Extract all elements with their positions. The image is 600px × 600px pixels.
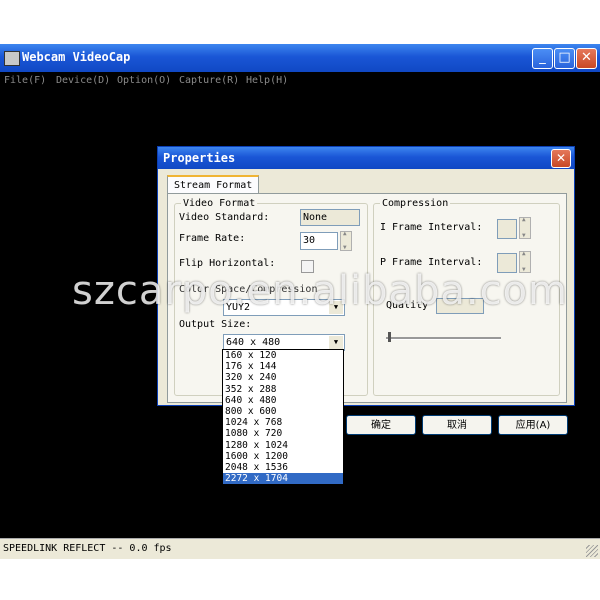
webcam-icon <box>4 51 20 66</box>
ok-button[interactable]: 确定 <box>346 415 416 435</box>
list-item[interactable]: 1080 x 720 <box>223 428 343 439</box>
menu-file[interactable]: File(F) <box>4 75 46 86</box>
quality-slider-thumb[interactable] <box>388 332 391 342</box>
list-item[interactable]: 1280 x 1024 <box>223 440 343 451</box>
close-button[interactable]: ✕ <box>576 48 597 69</box>
color-space-value: YUY2 <box>226 302 251 313</box>
status-text: SPEEDLINK REFLECT -- 0.0 fps <box>3 543 172 554</box>
color-space-select[interactable]: YUY2 ▼ <box>223 299 345 316</box>
output-size-value: 640 x 480 <box>226 337 281 348</box>
list-item[interactable]: 1024 x 768 <box>223 417 343 428</box>
iframe-interval-spinner <box>519 216 531 239</box>
compression-legend: Compression <box>382 198 449 209</box>
cancel-button[interactable]: 取消 <box>422 415 492 435</box>
chevron-down-icon: ▼ <box>329 336 343 349</box>
menu-capture[interactable]: Capture(R) <box>179 75 239 86</box>
list-item[interactable]: 1600 x 1200 <box>223 451 343 462</box>
pframe-interval-input <box>497 253 517 273</box>
minimize-button[interactable]: _ <box>532 48 553 69</box>
video-standard-label: Video Standard: <box>179 212 270 223</box>
menu-option[interactable]: Option(O) <box>117 75 171 86</box>
quality-field <box>436 298 484 314</box>
output-size-label: Output Size: <box>179 319 252 330</box>
list-item[interactable]: 176 x 144 <box>223 361 343 372</box>
iframe-interval-label: I Frame Interval: <box>380 222 483 233</box>
frame-rate-spinner[interactable] <box>340 230 352 251</box>
output-size-dropdown-list: 160 x 120 176 x 144 320 x 240 352 x 288 … <box>222 349 344 485</box>
video-format-legend: Video Format <box>183 198 256 209</box>
flip-horizontal-label: Flip Horizontal: <box>179 258 276 269</box>
menu-bar: File(F) Device(D) Option(O) Capture(R) H… <box>0 72 600 90</box>
dialog-title-bar[interactable]: Properties ✕ <box>158 147 574 169</box>
list-item[interactable]: 640 x 480 <box>223 395 343 406</box>
list-item[interactable]: 352 x 288 <box>223 384 343 395</box>
window-title: Webcam VideoCap <box>22 50 131 64</box>
quality-slider-track <box>386 337 501 340</box>
properties-dialog: Properties ✕ Stream Format Video Format … <box>157 146 575 435</box>
resize-grip[interactable] <box>586 545 598 557</box>
list-item[interactable]: 320 x 240 <box>223 372 343 383</box>
list-item[interactable]: 800 x 600 <box>223 406 343 417</box>
iframe-interval-input <box>497 219 517 239</box>
chevron-down-icon: ▼ <box>329 301 343 314</box>
menu-help[interactable]: Help(H) <box>246 75 288 86</box>
list-item[interactable]: 2272 x 1704 <box>223 473 343 485</box>
list-item[interactable]: 2048 x 1536 <box>223 462 343 473</box>
tab-stream-format[interactable]: Stream Format <box>167 175 260 195</box>
status-bar: SPEEDLINK REFLECT -- 0.0 fps <box>0 538 600 559</box>
dialog-close-button[interactable]: ✕ <box>551 149 571 168</box>
color-space-label: Color Space/Compression <box>179 284 318 295</box>
apply-button[interactable]: 应用(A) <box>498 415 568 435</box>
dialog-title: Properties <box>163 151 236 165</box>
frame-rate-label: Frame Rate: <box>179 233 246 244</box>
list-item[interactable]: 160 x 120 <box>223 350 343 361</box>
title-bar[interactable]: Webcam VideoCap _ □ ✕ <box>0 44 600 72</box>
pframe-interval-spinner <box>519 250 531 273</box>
video-standard-field: None <box>300 209 360 226</box>
pframe-interval-label: P Frame Interval: <box>380 257 483 268</box>
maximize-button[interactable]: □ <box>554 48 575 69</box>
quality-label: Quality <box>386 300 429 311</box>
frame-rate-input[interactable]: 30 <box>300 232 338 250</box>
menu-device[interactable]: Device(D) <box>56 75 110 86</box>
flip-horizontal-checkbox[interactable] <box>301 260 314 273</box>
